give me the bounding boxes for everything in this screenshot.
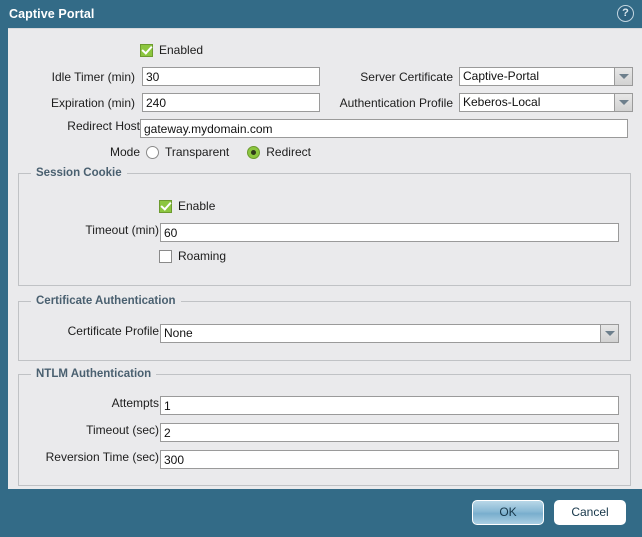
ntlm-attempts-input[interactable] xyxy=(160,396,619,415)
mode-radio-transparent-label: Transparent xyxy=(165,145,230,159)
session-cookie-timeout-label: Timeout (min) xyxy=(85,223,159,237)
ntlm-timeout-label-wrap: Timeout (sec) xyxy=(19,423,159,437)
ntlm-authentication-group: NTLM Authentication Attempts Timeout (se… xyxy=(18,368,631,486)
cancel-button[interactable]: Cancel xyxy=(554,500,626,525)
session-cookie-group: Session Cookie Enable Timeout (min) Roam… xyxy=(18,167,631,286)
enabled-label: Enabled xyxy=(159,43,204,57)
ntlm-attempts-label-wrap: Attempts xyxy=(19,396,159,410)
server-certificate-dropdown[interactable]: Captive-Portal xyxy=(459,67,633,86)
mode-radio-group: Transparent Redirect xyxy=(146,145,329,159)
authentication-profile-label: Authentication Profile xyxy=(339,95,453,110)
authentication-profile-value: Keberos-Local xyxy=(459,93,614,112)
certificate-profile-label: Certificate Profile xyxy=(67,324,159,338)
mode-label: Mode xyxy=(109,145,140,159)
chevron-down-icon[interactable] xyxy=(614,67,633,86)
server-certificate-value: Captive-Portal xyxy=(459,67,614,86)
session-cookie-group-title: Session Cookie xyxy=(31,167,127,179)
certificate-profile-dropdown[interactable]: None xyxy=(160,324,619,343)
session-cookie-enable-checkbox[interactable] xyxy=(159,199,172,213)
ntlm-attempts-label: Attempts xyxy=(111,396,159,410)
certificate-authentication-group-title: Certificate Authentication xyxy=(31,295,181,307)
authentication-profile-dropdown[interactable]: Keberos-Local xyxy=(459,93,633,112)
captive-portal-dialog: Captive Portal ? Enabled Idle Timer (min… xyxy=(0,0,642,537)
certificate-authentication-group: Certificate Authentication Certificate P… xyxy=(18,295,631,361)
mode-radio-transparent[interactable] xyxy=(146,145,159,159)
session-cookie-enable-label: Enable xyxy=(178,199,216,213)
idle-timer-label: Idle Timer (min) xyxy=(51,69,135,84)
dialog-titlebar: Captive Portal ? xyxy=(0,0,642,28)
expiration-input[interactable] xyxy=(142,93,320,112)
idle-timer-row: Idle Timer (min) xyxy=(8,67,320,86)
redirect-host-label: Redirect Host xyxy=(67,119,140,133)
ntlm-reversion-time-input[interactable] xyxy=(160,450,619,469)
enabled-checkbox[interactable] xyxy=(140,43,153,57)
dialog-title: Captive Portal xyxy=(9,7,95,21)
expiration-row: Expiration (min) xyxy=(8,93,320,112)
session-cookie-timeout-input[interactable] xyxy=(160,223,619,242)
mode-radio-redirect-label: Redirect xyxy=(266,145,311,159)
redirect-host-label-wrap: Redirect Host xyxy=(8,119,140,133)
dialog-footer: OK Cancel xyxy=(0,489,642,537)
ntlm-timeout-input[interactable] xyxy=(160,423,619,442)
session-cookie-roaming-row: Roaming xyxy=(159,249,226,263)
mode-radio-redirect[interactable] xyxy=(247,145,261,159)
ntlm-authentication-group-title: NTLM Authentication xyxy=(31,368,157,380)
server-certificate-label: Server Certificate xyxy=(360,69,453,84)
enabled-row: Enabled xyxy=(140,43,203,57)
certificate-profile-value: None xyxy=(160,324,600,343)
expiration-label: Expiration (min) xyxy=(50,95,135,110)
ntlm-reversion-time-label: Reversion Time (sec) xyxy=(45,450,159,464)
ntlm-timeout-label: Timeout (sec) xyxy=(86,423,159,437)
session-cookie-roaming-checkbox[interactable] xyxy=(159,249,172,263)
chevron-down-icon[interactable] xyxy=(614,93,633,112)
ok-button[interactable]: OK xyxy=(472,500,544,525)
help-circle-icon[interactable]: ? xyxy=(617,5,634,22)
idle-timer-input[interactable] xyxy=(142,67,320,86)
certificate-profile-label-wrap: Certificate Profile xyxy=(19,324,159,338)
ntlm-reversion-time-label-wrap: Reversion Time (sec) xyxy=(19,450,159,464)
session-cookie-roaming-label: Roaming xyxy=(178,249,227,263)
dialog-body: Enabled Idle Timer (min) Server Certific… xyxy=(8,28,642,489)
chevron-down-icon[interactable] xyxy=(600,324,619,343)
authentication-profile-row: Authentication Profile Keberos-Local xyxy=(338,93,633,112)
session-cookie-timeout-label-wrap: Timeout (min) xyxy=(19,223,159,237)
server-certificate-row: Server Certificate Captive-Portal xyxy=(338,67,633,86)
session-cookie-enable-row: Enable xyxy=(159,199,215,213)
redirect-host-input[interactable] xyxy=(140,119,628,138)
mode-label-wrap: Mode xyxy=(8,145,140,159)
